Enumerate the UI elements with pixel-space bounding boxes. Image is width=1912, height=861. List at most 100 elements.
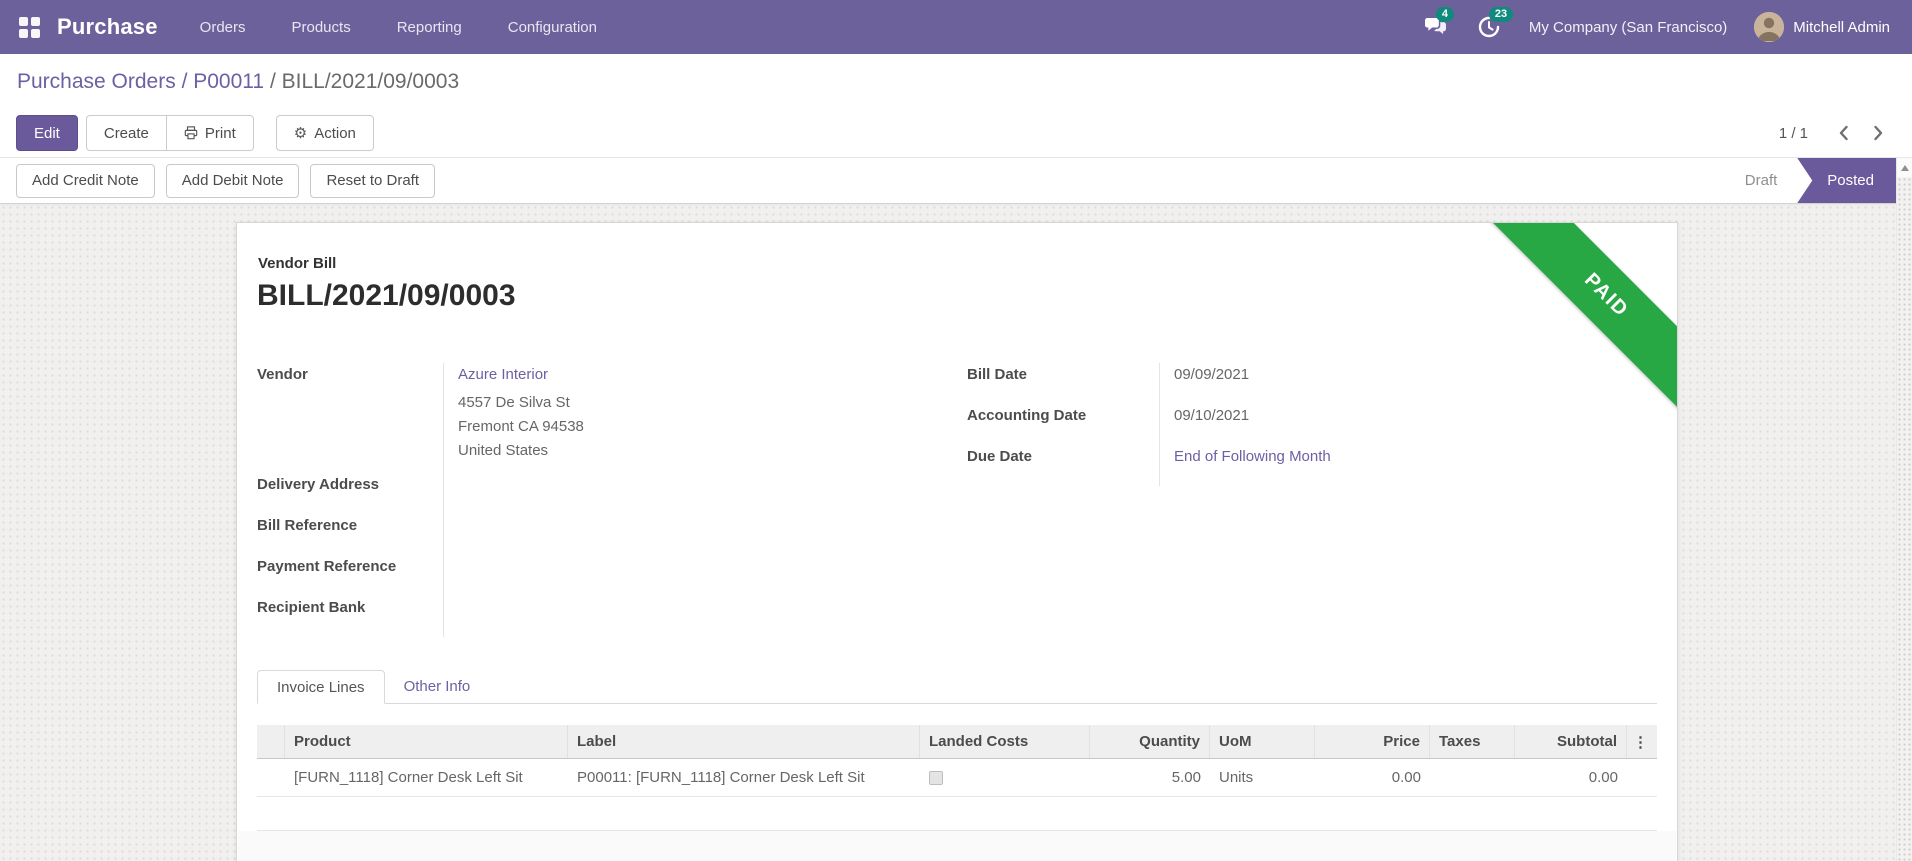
messages-count-badge: 4 <box>1435 7 1455 22</box>
column-header-uom[interactable]: UoM <box>1210 725 1315 758</box>
printer-icon <box>184 126 198 140</box>
field-group-right: Bill Date 09/09/2021 Accounting Date 09/… <box>967 363 1657 637</box>
breadcrumb-separator-1: / <box>175 70 194 93</box>
nav-right: 4 23 My Company (San Francisco) Mitchell… <box>1423 7 1890 42</box>
accounting-date-value[interactable]: 09/10/2021 <box>1159 404 1657 445</box>
row-subtotal[interactable]: 0.00 <box>1515 759 1627 796</box>
column-header-label[interactable]: Label <box>568 725 920 758</box>
edit-button[interactable]: Edit <box>16 115 78 151</box>
user-name: Mitchell Admin <box>1793 18 1890 36</box>
breadcrumb-current: BILL/2021/09/0003 <box>281 70 460 93</box>
pager-counter: 1 / 1 <box>1778 124 1808 142</box>
field-delivery-address: Delivery Address <box>257 473 912 514</box>
table-header-row: Product Label Landed Costs Quantity UoM … <box>257 725 1657 759</box>
field-due-date: Due Date End of Following Month <box>967 445 1657 486</box>
action-button[interactable]: ⚙ Action <box>275 115 374 151</box>
due-date-value[interactable]: End of Following Month <box>1174 448 1331 465</box>
column-header-product[interactable]: Product <box>285 725 568 758</box>
bill-reference-label: Bill Reference <box>257 517 358 534</box>
app-title: Purchase <box>57 14 158 39</box>
statusbar: Add Credit Note Add Debit Note Reset to … <box>0 158 1896 204</box>
scrollbar-thumb[interactable] <box>1897 177 1912 861</box>
nav-menu-configuration[interactable]: Configuration <box>508 19 597 36</box>
breadcrumb-purchase-orders[interactable]: Purchase Orders <box>17 70 176 93</box>
bill-date-label: Bill Date <box>967 366 1028 383</box>
top-navbar: Purchase Orders Products Reporting Confi… <box>0 0 1912 54</box>
field-payment-reference: Payment Reference <box>257 555 912 596</box>
row-handle <box>257 759 285 796</box>
add-debit-note-button[interactable]: Add Debit Note <box>165 163 300 198</box>
row-uom[interactable]: Units <box>1210 759 1315 796</box>
field-vendor: Vendor Azure Interior 4557 De Silva St F… <box>257 363 912 473</box>
user-menu[interactable]: Mitchell Admin <box>1754 12 1890 42</box>
due-date-label: Due Date <box>967 448 1033 465</box>
company-switcher[interactable]: My Company (San Francisco) <box>1529 19 1727 36</box>
form-view-background: PAID Vendor Bill BILL/2021/09/0003 Vendo… <box>0 204 1896 861</box>
state-posted: Posted <box>1797 158 1896 203</box>
vendor-link[interactable]: Azure Interior <box>458 366 912 383</box>
breadcrumb-separator-2: / <box>264 70 282 93</box>
print-button[interactable]: Print <box>166 115 254 151</box>
recipient-bank-label: Recipient Bank <box>257 599 366 616</box>
pager-next-icon[interactable] <box>1873 125 1884 141</box>
field-accounting-date: Accounting Date 09/10/2021 <box>967 404 1657 445</box>
bill-date-value[interactable]: 09/09/2021 <box>1159 363 1657 404</box>
add-credit-note-button[interactable]: Add Credit Note <box>16 163 155 198</box>
row-product[interactable]: [FURN_1118] Corner Desk Left Sit <box>285 759 568 796</box>
vendor-label: Vendor <box>257 366 308 383</box>
delivery-address-label: Delivery Address <box>257 476 380 493</box>
vendor-address-country: United States <box>458 442 549 459</box>
document-type-label: Vendor Bill <box>258 255 337 272</box>
create-print-group: Create Print <box>85 115 254 151</box>
vendor-address-city: Fremont CA 94538 <box>458 418 584 435</box>
pager: 1 / 1 <box>1779 115 1884 151</box>
row-label[interactable]: P00011: [FURN_1118] Corner Desk Left Sit <box>568 759 920 796</box>
activities-count-badge: 23 <box>1488 7 1514 22</box>
document-title: BILL/2021/09/0003 <box>257 279 516 312</box>
column-header-landed-costs[interactable]: Landed Costs <box>920 725 1090 758</box>
scrollbar-up-arrow[interactable] <box>1897 158 1912 177</box>
column-header-subtotal[interactable]: Subtotal <box>1515 725 1627 758</box>
nav-menu-orders[interactable]: Orders <box>200 19 246 36</box>
vendor-bill-sheet: PAID Vendor Bill BILL/2021/09/0003 Vendo… <box>236 222 1678 861</box>
breadcrumb: Purchase Orders / P00011 / BILL/2021/09/… <box>17 70 459 94</box>
pager-previous-icon[interactable] <box>1838 125 1849 141</box>
optional-columns-toggle-icon[interactable]: ⋮ <box>1627 725 1657 758</box>
field-groups: Vendor Azure Interior 4557 De Silva St F… <box>257 363 1657 637</box>
field-bill-reference: Bill Reference <box>257 514 912 555</box>
vertical-scrollbar[interactable] <box>1896 158 1912 861</box>
bill-reference-value[interactable] <box>443 514 912 555</box>
landed-costs-checkbox[interactable] <box>929 770 943 785</box>
row-quantity[interactable]: 5.00 <box>1090 759 1210 796</box>
handle-column-header <box>257 725 285 758</box>
statusbar-states: Draft Posted <box>1745 158 1896 203</box>
column-header-price[interactable]: Price <box>1315 725 1430 758</box>
row-price[interactable]: 0.00 <box>1315 759 1430 796</box>
create-button[interactable]: Create <box>85 115 167 151</box>
table-row[interactable]: [FURN_1118] Corner Desk Left Sit P00011:… <box>257 759 1657 797</box>
tab-other-info[interactable]: Other Info <box>385 670 490 703</box>
reset-to-draft-button[interactable]: Reset to Draft <box>310 163 436 198</box>
nav-menu-reporting[interactable]: Reporting <box>397 19 462 36</box>
payment-reference-value[interactable] <box>443 555 912 596</box>
vendor-address-street: 4557 De Silva St <box>458 394 570 411</box>
row-landed-costs <box>920 759 1090 796</box>
activities-button[interactable]: 23 <box>1476 7 1514 40</box>
recipient-bank-value[interactable] <box>443 596 912 637</box>
column-header-taxes[interactable]: Taxes <box>1430 725 1515 758</box>
nav-menu: Orders Products Reporting Configuration <box>200 19 597 36</box>
state-draft[interactable]: Draft <box>1745 172 1778 189</box>
row-taxes[interactable] <box>1430 759 1515 796</box>
statusbar-buttons: Add Credit Note Add Debit Note Reset to … <box>16 163 436 198</box>
breadcrumb-p00011[interactable]: P00011 <box>193 70 264 93</box>
apps-grid-icon[interactable] <box>19 16 40 38</box>
notebook-tabs: Invoice Lines Other Info <box>257 670 1657 704</box>
delivery-address-value[interactable] <box>443 473 912 514</box>
invoice-lines-table: Product Label Landed Costs Quantity UoM … <box>257 725 1657 797</box>
tab-invoice-lines[interactable]: Invoice Lines <box>257 670 385 704</box>
nav-menu-products[interactable]: Products <box>292 19 351 36</box>
gear-icon: ⚙ <box>293 124 308 142</box>
field-group-left: Vendor Azure Interior 4557 De Silva St F… <box>257 363 912 637</box>
column-header-quantity[interactable]: Quantity <box>1090 725 1210 758</box>
messages-button[interactable]: 4 <box>1423 7 1455 40</box>
